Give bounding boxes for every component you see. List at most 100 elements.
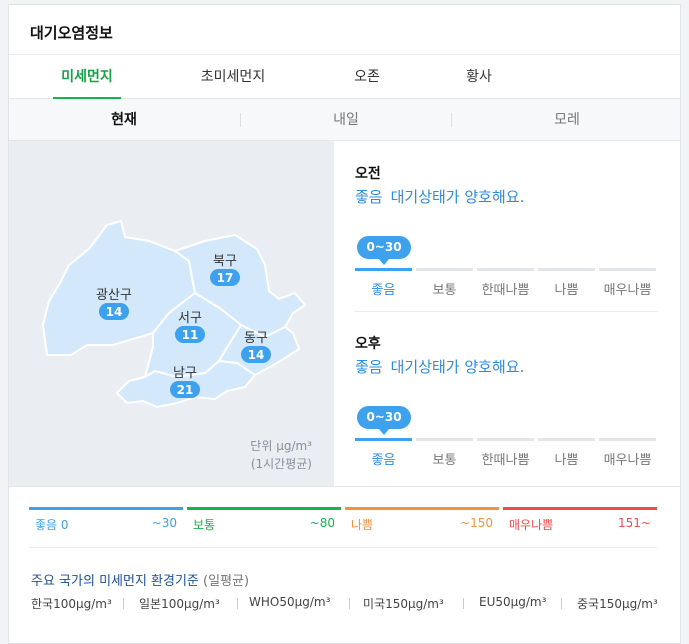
legend-name: 나쁨	[351, 518, 374, 532]
region-value: 11	[182, 328, 199, 342]
scale-bar	[416, 268, 473, 271]
region-dong[interactable]: 동구 14	[241, 331, 271, 363]
standard-korea: 한국100μg/m³	[31, 597, 112, 611]
scale-label: 나쁨	[554, 283, 579, 298]
district-map-panel: 광산구 14 북구 17 서구 11 동구 14 남구 21 단위 μg/m³ …	[9, 141, 334, 486]
forecast-am: 오전 좋음 대기상태가 양호해요. 0~30 좋음 보통 한때나쁨 나쁨 매우나쁨	[355, 141, 658, 312]
legend-name: 보통	[193, 518, 216, 532]
legend-range: 151~	[618, 516, 651, 530]
range-marker: 0~30	[357, 236, 411, 265]
scale-label: 한때나쁨	[481, 283, 530, 298]
legend-normal: 보통 ~80	[187, 507, 341, 537]
forecast-panel: 오전 좋음 대기상태가 양호해요. 0~30 좋음 보통 한때나쁨 나쁨 매우나쁨…	[355, 141, 658, 486]
region-seo[interactable]: 서구 11	[175, 311, 205, 343]
standard-who: WHO50μg/m³	[249, 595, 331, 609]
region-nam[interactable]: 남구 21	[170, 366, 200, 398]
scale-sometimes-bad: 한때나쁨	[477, 268, 534, 308]
standards-list: 한국100μg/m³ 일본100μg/m³ WHO50μg/m³ 미국150μg…	[31, 595, 661, 613]
scale-bad: 나쁨	[538, 438, 595, 478]
tab-tomorrow[interactable]: 내일	[241, 99, 451, 141]
tab-ozone[interactable]: 오존	[345, 55, 389, 99]
grade-scale: 좋음 보통 한때나쁨 나쁨 매우나쁨	[355, 268, 658, 308]
region-name: 서구	[178, 311, 202, 326]
legend-good: 좋음 0 ~30	[29, 507, 183, 537]
scale-label: 좋음	[371, 453, 396, 468]
region-value: 21	[177, 383, 194, 397]
status-message: 좋음 대기상태가 양호해요.	[355, 356, 524, 377]
standard-japan: 일본100μg/m³	[139, 597, 220, 611]
range-marker: 0~30	[357, 406, 411, 435]
divider	[9, 486, 680, 487]
message-text: 대기상태가 양호해요.	[390, 188, 525, 206]
legend-bar	[345, 507, 499, 510]
scale-bar	[538, 268, 595, 271]
scale-label: 보통	[432, 453, 457, 468]
region-value: 14	[106, 305, 123, 319]
scale-very-bad: 매우나쁨	[599, 438, 656, 478]
scale-label: 한때나쁨	[481, 453, 530, 468]
day-tabs: 현재 내일 모레	[9, 99, 680, 141]
grade-legend: 좋음 0 ~30 보통 ~80 나쁨 ~150 매우나쁨 151~	[29, 507, 657, 537]
unit-average-label: (1시간평균)	[250, 457, 312, 471]
district-map: 광산구 14 북구 17 서구 11 동구 14 남구 21	[42, 220, 306, 408]
scale-bad: 나쁨	[538, 268, 595, 308]
region-value: 17	[217, 271, 234, 285]
scale-bar	[355, 268, 412, 271]
standard-usa: 미국150μg/m³	[363, 597, 444, 611]
scale-bar	[599, 268, 656, 271]
region-name: 동구	[244, 331, 268, 346]
standard-china: 중국150μg/m³	[577, 597, 658, 611]
region-name: 광산구	[96, 288, 132, 303]
scale-bar	[599, 438, 656, 441]
legend-bar	[503, 507, 657, 510]
unit-label: 단위 μg/m³	[250, 439, 312, 453]
tab-day-after-tomorrow[interactable]: 모레	[452, 99, 682, 141]
scale-label: 좋음	[371, 283, 396, 298]
divider	[561, 598, 562, 609]
standard-eu: EU50μg/m³	[479, 595, 547, 609]
grade-scale: 좋음 보통 한때나쁨 나쁨 매우나쁨	[355, 438, 658, 478]
scale-label: 매우나쁨	[603, 453, 652, 468]
period-label: 오전	[355, 166, 381, 182]
region-name: 남구	[173, 366, 197, 381]
scale-label: 보통	[432, 283, 457, 298]
divider	[349, 598, 350, 609]
tab-fine-dust[interactable]: 미세먼지	[53, 55, 121, 100]
status-message: 좋음 대기상태가 양호해요.	[355, 186, 524, 207]
region-buk[interactable]: 북구 17	[210, 254, 240, 286]
scale-bar	[355, 438, 412, 441]
divider	[237, 598, 238, 609]
card-header: 대기오염정보	[9, 5, 680, 55]
legend-range: ~30	[151, 516, 177, 530]
air-pollution-card: 대기오염정보 미세먼지 초미세먼지 오존 황사 현재 내일 모레 광산구 14	[8, 4, 681, 644]
scale-bar	[477, 268, 534, 271]
tab-ultrafine-dust[interactable]: 초미세먼지	[191, 55, 275, 99]
divider	[29, 547, 657, 548]
tab-yellow-dust[interactable]: 황사	[457, 55, 501, 99]
legend-range: ~80	[309, 516, 335, 530]
scale-bar	[538, 438, 595, 441]
standards-title-text: 주요 국가의 미세먼지 환경기준	[31, 574, 199, 589]
scale-label: 매우나쁨	[603, 283, 652, 298]
legend-range: ~150	[460, 516, 493, 530]
scale-very-bad: 매우나쁨	[599, 268, 656, 308]
divider	[463, 598, 464, 609]
message-text: 대기상태가 양호해요.	[390, 358, 525, 376]
grade-text: 좋음	[355, 358, 383, 376]
region-value: 14	[248, 348, 265, 362]
standards-subtitle: (일평균)	[203, 574, 250, 589]
forecast-pm: 오후 좋음 대기상태가 양호해요. 0~30 좋음 보통 한때나쁨 나쁨 매우나쁨	[355, 311, 658, 481]
period-label: 오후	[355, 336, 381, 352]
scale-bar	[477, 438, 534, 441]
scale-good: 좋음	[355, 438, 412, 478]
legend-name: 매우나쁨	[509, 518, 554, 532]
grade-text: 좋음	[355, 188, 383, 206]
scale-label: 나쁨	[554, 453, 579, 468]
scale-normal: 보통	[416, 268, 473, 308]
tab-today[interactable]: 현재	[9, 99, 239, 141]
legend-name: 좋음 0	[35, 518, 69, 532]
scale-bar	[416, 438, 473, 441]
divider	[123, 598, 124, 609]
card-title: 대기오염정보	[30, 24, 113, 42]
scale-normal: 보통	[416, 438, 473, 478]
